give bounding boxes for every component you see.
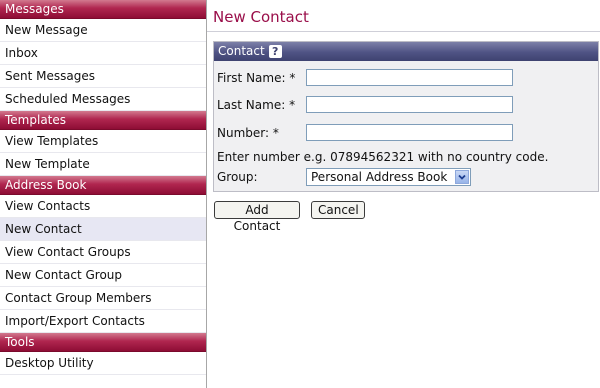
- last-name-input[interactable]: [306, 96, 513, 113]
- section-header-messages: Messages: [0, 0, 206, 19]
- sidebar-item-new-contact-group[interactable]: New Contact Group: [0, 264, 206, 287]
- number-hint: Enter number e.g. 07894562321 with no co…: [217, 150, 549, 164]
- title-divider: [207, 31, 600, 32]
- contact-panel: Contact ? First Name: * Last Name: * Num…: [213, 41, 599, 192]
- sidebar-item-new-template[interactable]: New Template: [0, 153, 206, 176]
- number-input[interactable]: [306, 124, 513, 141]
- group-select-value: Personal Address Book: [311, 170, 448, 184]
- section-header-templates: Templates: [0, 111, 206, 130]
- section-header-address-book: Address Book: [0, 176, 206, 195]
- panel-header-label: Contact: [218, 44, 265, 58]
- help-icon[interactable]: ?: [268, 45, 282, 58]
- last-name-label: Last Name: *: [217, 98, 296, 112]
- sidebar-item-view-contacts[interactable]: View Contacts: [0, 195, 206, 218]
- chevron-down-icon[interactable]: [455, 170, 469, 184]
- sidebar-item-inbox[interactable]: Inbox: [0, 42, 206, 65]
- first-name-input[interactable]: [306, 69, 513, 86]
- sidebar-item-view-contact-groups[interactable]: View Contact Groups: [0, 241, 206, 264]
- sidebar: Messages New Message Inbox Sent Messages…: [0, 0, 207, 388]
- group-select[interactable]: Personal Address Book: [306, 168, 471, 186]
- page-title: New Contact: [213, 8, 309, 26]
- sidebar-item-desktop-utility[interactable]: Desktop Utility: [0, 352, 206, 375]
- sidebar-item-new-contact[interactable]: New Contact: [0, 218, 206, 241]
- cancel-button[interactable]: Cancel: [311, 201, 365, 219]
- sidebar-item-view-templates[interactable]: View Templates: [0, 130, 206, 153]
- sidebar-item-scheduled-messages[interactable]: Scheduled Messages: [0, 88, 206, 111]
- panel-header: Contact ?: [214, 42, 598, 61]
- first-name-label: First Name: *: [217, 71, 296, 85]
- add-contact-button[interactable]: Add Contact: [214, 201, 300, 233]
- sidebar-item-new-message[interactable]: New Message: [0, 19, 206, 42]
- main-content: New Contact Contact ? First Name: * Last…: [207, 0, 600, 388]
- group-label: Group:: [217, 170, 258, 184]
- sidebar-item-sent-messages[interactable]: Sent Messages: [0, 65, 206, 88]
- section-header-tools: Tools: [0, 333, 206, 352]
- number-label: Number: *: [217, 126, 279, 140]
- sidebar-item-contact-group-members[interactable]: Contact Group Members: [0, 287, 206, 310]
- sidebar-item-import-export-contacts[interactable]: Import/Export Contacts: [0, 310, 206, 333]
